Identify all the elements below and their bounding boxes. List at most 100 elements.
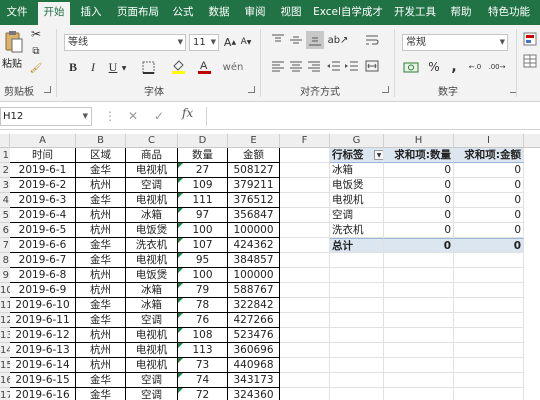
pivot-total-cell[interactable]: 0 (454, 238, 524, 253)
table-cell[interactable]: 2019-6-5 (10, 223, 76, 238)
row-header[interactable]: 10 (0, 283, 10, 298)
pivot-cell[interactable]: 0 (454, 163, 524, 178)
table-cell[interactable]: 杭州 (76, 223, 126, 238)
table-cell[interactable]: 金华 (76, 313, 126, 328)
tab-data[interactable]: 数据 (204, 0, 234, 25)
table-cell[interactable]: 杭州 (76, 328, 126, 343)
tab-help[interactable]: 帮助 (446, 0, 476, 25)
table-cell[interactable]: 金华 (76, 163, 126, 178)
pivot-cell[interactable]: 0 (384, 178, 454, 193)
row-header[interactable]: 17 (0, 388, 10, 400)
table-cell[interactable]: 100 (178, 223, 228, 238)
decrease-decimal-icon[interactable]: .00→ (488, 59, 506, 75)
row-header[interactable]: 5 (0, 208, 10, 223)
filter-dropdown-icon[interactable]: ▼ (374, 150, 383, 160)
pivot-cell[interactable]: 0 (454, 193, 524, 208)
table-cell[interactable]: 杭州 (76, 268, 126, 283)
cell[interactable] (280, 208, 330, 223)
table-cell[interactable]: 100 (178, 268, 228, 283)
row-header[interactable]: 8 (0, 253, 10, 268)
pivot-header-cell[interactable]: 求和项:金额 (454, 148, 524, 163)
cell[interactable] (280, 238, 330, 253)
pivot-cell[interactable]: 0 (384, 163, 454, 178)
table-cell[interactable]: 冰箱 (126, 298, 178, 313)
table-cell[interactable]: 杭州 (76, 208, 126, 223)
tab-developer[interactable]: 开发工具 (390, 0, 440, 25)
increase-font-icon[interactable]: A ▲ (224, 34, 236, 50)
cell[interactable] (454, 388, 524, 400)
table-cell[interactable]: 杭州 (76, 358, 126, 373)
increase-decimal-icon[interactable]: ←.0 (466, 59, 484, 75)
table-cell[interactable]: 空调 (126, 373, 178, 388)
table-cell[interactable]: 379211 (228, 178, 280, 193)
table-cell[interactable]: 74 (178, 373, 228, 388)
cell[interactable] (280, 343, 330, 358)
pivot-total-cell[interactable]: 总计 (330, 238, 384, 253)
tab-excel-self-study[interactable]: Excel自学成才 (312, 0, 384, 25)
pivot-cell[interactable]: 0 (384, 223, 454, 238)
italic-button[interactable]: I (86, 59, 100, 75)
table-header-cell[interactable]: 金额 (228, 148, 280, 163)
table-cell[interactable]: 78 (178, 298, 228, 313)
insert-function-button[interactable]: fx (182, 106, 193, 120)
row-header[interactable]: 13 (0, 328, 10, 343)
table-cell[interactable]: 金华 (76, 193, 126, 208)
align-middle-icon[interactable] (288, 33, 304, 47)
select-all-corner[interactable] (0, 134, 10, 148)
table-cell[interactable]: 空调 (126, 388, 178, 400)
table-cell[interactable]: 427266 (228, 313, 280, 328)
cell[interactable] (280, 313, 330, 328)
cell[interactable] (454, 253, 524, 268)
table-cell[interactable]: 343173 (228, 373, 280, 388)
row-header[interactable]: 12 (0, 313, 10, 328)
table-cell[interactable]: 2019-6-16 (10, 388, 76, 400)
table-cell[interactable]: 79 (178, 283, 228, 298)
cell[interactable] (280, 253, 330, 268)
table-cell[interactable]: 杭州 (76, 178, 126, 193)
cell[interactable] (330, 268, 384, 283)
align-center-icon[interactable] (288, 59, 304, 73)
table-cell[interactable]: 2019-6-15 (10, 373, 76, 388)
table-cell[interactable]: 杭州 (76, 283, 126, 298)
table-cell[interactable]: 2019-6-1 (10, 163, 76, 178)
align-bottom-icon[interactable] (306, 31, 324, 49)
row-header[interactable]: 15 (0, 358, 10, 373)
table-cell[interactable]: 2019-6-6 (10, 238, 76, 253)
currency-format-icon[interactable] (402, 59, 420, 75)
table-cell[interactable]: 523476 (228, 328, 280, 343)
cell[interactable] (280, 298, 330, 313)
table-cell[interactable]: 冰箱 (126, 283, 178, 298)
row-header[interactable]: 3 (0, 178, 10, 193)
table-cell[interactable]: 电饭煲 (126, 268, 178, 283)
cut-icon[interactable]: ✂ (30, 27, 42, 41)
orientation-icon[interactable]: ab↗ (328, 33, 349, 47)
font-size-dropdown[interactable]: 11 ▼ (189, 34, 219, 51)
cell[interactable] (454, 283, 524, 298)
tab-formulas[interactable]: 公式 (168, 0, 198, 25)
cell[interactable] (454, 328, 524, 343)
table-cell[interactable]: 金华 (76, 388, 126, 400)
font-color-icon[interactable]: A (196, 57, 212, 75)
tab-home[interactable]: 开始 (38, 2, 70, 25)
tab-review[interactable]: 审阅 (240, 0, 270, 25)
table-cell[interactable]: 金华 (76, 253, 126, 268)
cell[interactable] (280, 178, 330, 193)
column-header-g[interactable]: G (330, 134, 384, 148)
table-cell[interactable]: 72 (178, 388, 228, 400)
cell[interactable] (384, 358, 454, 373)
format-table-icon[interactable] (522, 53, 538, 69)
cancel-icon[interactable]: ✕ (128, 107, 138, 126)
table-cell[interactable]: 2019-6-10 (10, 298, 76, 313)
column-header-e[interactable]: E (228, 134, 280, 148)
cell[interactable] (384, 388, 454, 400)
percent-icon[interactable]: % (426, 59, 442, 75)
pivot-cell[interactable]: 电饭煲 (330, 178, 384, 193)
table-cell[interactable]: 2019-6-7 (10, 253, 76, 268)
clipboard-launcher-icon[interactable] (44, 86, 51, 93)
cell[interactable] (454, 298, 524, 313)
table-cell[interactable]: 空调 (126, 178, 178, 193)
table-header-cell[interactable]: 区域 (76, 148, 126, 163)
table-cell[interactable]: 2019-6-8 (10, 268, 76, 283)
chevron-down-icon[interactable]: ▼ (120, 63, 128, 73)
table-cell[interactable]: 322842 (228, 298, 280, 313)
